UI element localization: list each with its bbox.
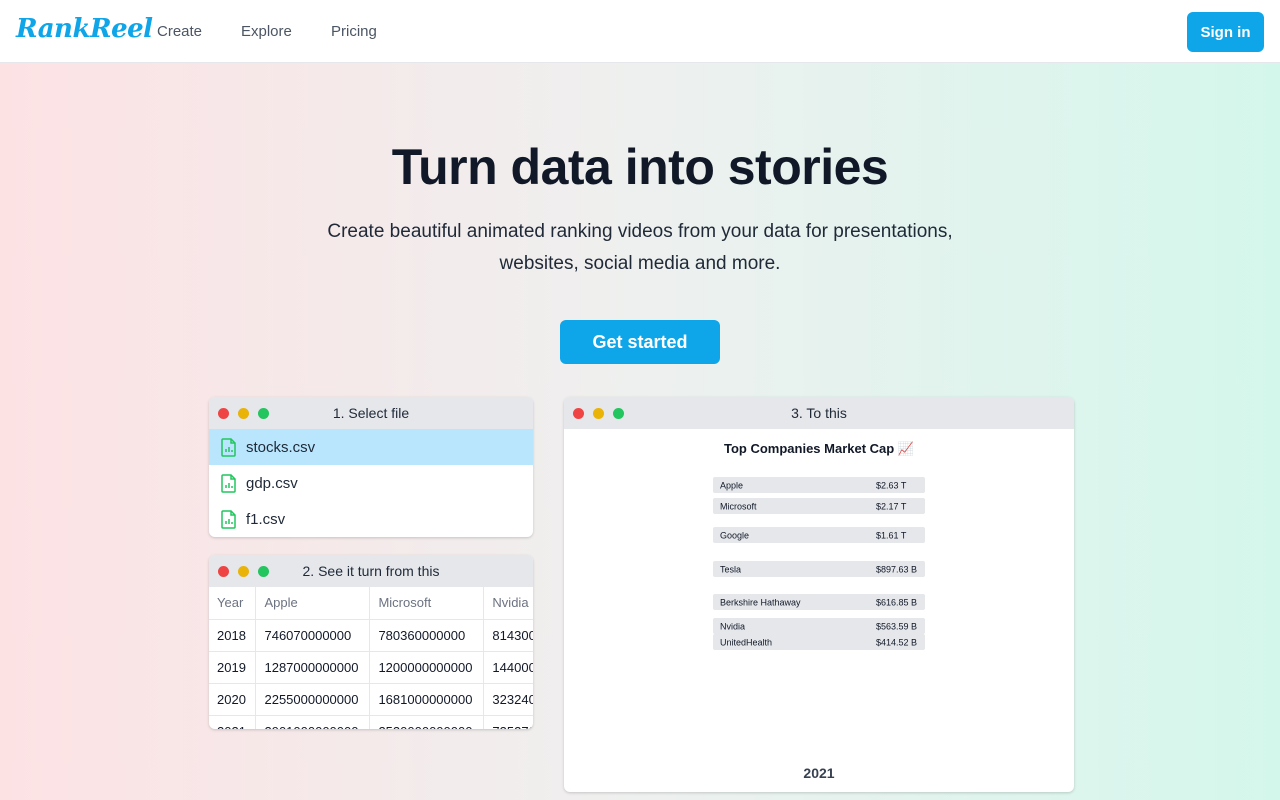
- window-titlebar: 1. Select file: [209, 397, 533, 429]
- ranking-chart: Apple $2.63 T Microsoft $2.17 T Google $1.61 …: [713, 477, 925, 650]
- table-cell: 323240: [483, 683, 533, 716]
- chart-category-label: Apple: [720, 481, 743, 491]
- window-titlebar: 2. See it turn from this: [209, 555, 533, 587]
- spreadsheet-file-icon: [221, 509, 236, 529]
- chart-category-label: Nvidia: [720, 622, 745, 632]
- window-title: 3. To this: [791, 405, 847, 421]
- chart-value-label: $563.59 B: [876, 622, 917, 632]
- chart-value-label: $2.17 T: [876, 502, 907, 512]
- top-nav: RankReel Create Explore Pricing Sign in: [0, 0, 1280, 63]
- table-cell: 2020: [209, 683, 257, 716]
- select-file-window: 1. Select file stocks.csv gdp.csv f1.csv: [209, 397, 533, 537]
- window-title: 1. Select file: [332, 405, 410, 421]
- table-cell: 735270: [483, 715, 533, 729]
- table-cell: 144000: [483, 651, 533, 684]
- data-table-window: 2. See it turn from this Year Apple Micr…: [209, 555, 533, 729]
- table-cell: 1200000000000: [369, 651, 485, 684]
- hero-subtitle: Create beautiful animated ranking videos…: [300, 216, 980, 280]
- get-started-button[interactable]: Get started: [560, 320, 720, 364]
- table-row: 2019 1287000000000 1200000000000 144000: [209, 651, 533, 684]
- chart-value-label: $1.61 T: [876, 531, 907, 541]
- logo[interactable]: RankReel: [16, 14, 153, 44]
- table-cell: 2901000000000: [255, 715, 371, 729]
- data-table: Year Apple Microsoft Nvidia 2018 7460700…: [209, 587, 533, 729]
- nav-create[interactable]: Create: [157, 23, 202, 40]
- nav-explore[interactable]: Explore: [241, 23, 292, 40]
- hero-subtitle-line2: websites, social media and more.: [499, 253, 781, 274]
- spreadsheet-file-icon: [221, 473, 236, 493]
- chart-category-label: Berkshire Hathaway: [720, 598, 801, 608]
- spreadsheet-file-icon: [221, 437, 236, 457]
- chart-category-label: Tesla: [720, 565, 741, 575]
- file-name: gdp.csv: [246, 474, 298, 492]
- table-row: 2021 2901000000000 2520000000000 735270: [209, 715, 533, 729]
- chart-value-label: $897.63 B: [876, 565, 917, 575]
- nav-pricing[interactable]: Pricing: [331, 23, 377, 40]
- table-cell: 746070000000: [255, 619, 371, 652]
- hero-title: Turn data into stories: [391, 139, 889, 195]
- table-cell: 780360000000: [369, 619, 485, 652]
- column-header: Microsoft: [369, 587, 485, 620]
- chart-value-label: $616.85 B: [876, 598, 917, 608]
- table-cell: 2019: [209, 651, 257, 684]
- table-cell: 2021: [209, 715, 257, 729]
- table-row: 2018 746070000000 780360000000 814300: [209, 619, 533, 652]
- column-header: Apple: [255, 587, 371, 620]
- file-item-gdp[interactable]: gdp.csv: [209, 465, 533, 501]
- file-name: stocks.csv: [246, 438, 316, 456]
- table-cell: 2255000000000: [255, 683, 371, 716]
- file-item-f1[interactable]: f1.csv: [209, 501, 533, 537]
- file-item-stocks[interactable]: stocks.csv: [209, 429, 533, 465]
- sign-in-button[interactable]: Sign in: [1187, 12, 1264, 52]
- file-name: f1.csv: [246, 510, 286, 528]
- chart-category-label: UnitedHealth: [720, 638, 772, 648]
- chart-year-label: 2021: [803, 765, 835, 781]
- column-header: Nvidia: [483, 587, 533, 620]
- table-cell: 2520000000000: [369, 715, 485, 729]
- chart-category-label: Microsoft: [720, 502, 757, 512]
- window-title: 2. See it turn from this: [302, 563, 440, 579]
- table-cell: 2018: [209, 619, 257, 652]
- table-cell: 814300: [483, 619, 533, 652]
- window-titlebar: 3. To this: [564, 397, 1074, 429]
- table-cell: 1681000000000: [369, 683, 485, 716]
- table-header-row: Year Apple Microsoft Nvidia: [209, 587, 533, 620]
- column-header: Year: [209, 587, 257, 620]
- hero-subtitle-line1: Create beautiful animated ranking videos…: [327, 221, 953, 242]
- chart-preview-window: 3. To this Top Companies Market Cap 📈 Ap…: [564, 397, 1074, 792]
- table-cell: 1287000000000: [255, 651, 371, 684]
- table-row: 2020 2255000000000 1681000000000 323240: [209, 683, 533, 716]
- chart-value-label: $2.63 T: [876, 481, 907, 491]
- chart-value-label: $414.52 B: [876, 638, 917, 648]
- chart-category-label: Google: [720, 531, 749, 541]
